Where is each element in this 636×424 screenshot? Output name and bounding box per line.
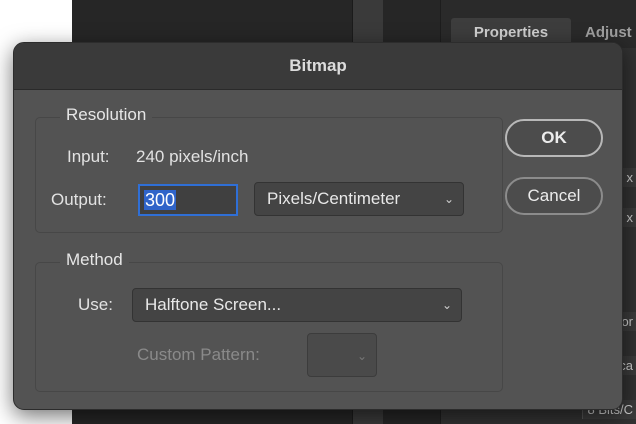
chevron-down-icon: ⌄ xyxy=(356,349,367,363)
output-unit-value: Pixels/Centimeter xyxy=(267,189,401,208)
output-label: Output: xyxy=(51,190,107,209)
custom-pattern-label: Custom Pattern: xyxy=(137,345,260,364)
input-resolution-value: 240 pixels/inch xyxy=(136,147,249,166)
chevron-down-icon: ⌄ xyxy=(441,298,452,312)
panel-tab-bar: Properties Adjust xyxy=(441,0,636,48)
cancel-button[interactable]: Cancel xyxy=(505,177,603,215)
bitmap-dialog: Bitmap Resolution Input: 240 pixels/inch… xyxy=(13,42,623,410)
chevron-down-icon: ⌄ xyxy=(443,192,454,206)
panel-field-fragment: x xyxy=(621,168,636,187)
output-unit-select[interactable]: Pixels/Centimeter ⌄ xyxy=(254,182,464,216)
method-group xyxy=(35,262,503,392)
method-use-value: Halftone Screen... xyxy=(145,295,282,314)
custom-pattern-picker[interactable]: ⌄ xyxy=(307,333,377,377)
output-resolution-value: 300 xyxy=(144,190,177,210)
method-use-select[interactable]: Halftone Screen... ⌄ xyxy=(132,288,462,322)
panel-field-fragment: x xyxy=(621,208,636,227)
output-resolution-input[interactable]: 300 xyxy=(138,184,238,216)
input-label: Input: xyxy=(67,147,110,166)
ok-button[interactable]: OK xyxy=(505,119,603,157)
method-group-title: Method xyxy=(60,250,129,270)
dialog-title[interactable]: Bitmap xyxy=(14,43,622,90)
use-label: Use: xyxy=(78,295,113,314)
resolution-group-title: Resolution xyxy=(60,105,153,125)
